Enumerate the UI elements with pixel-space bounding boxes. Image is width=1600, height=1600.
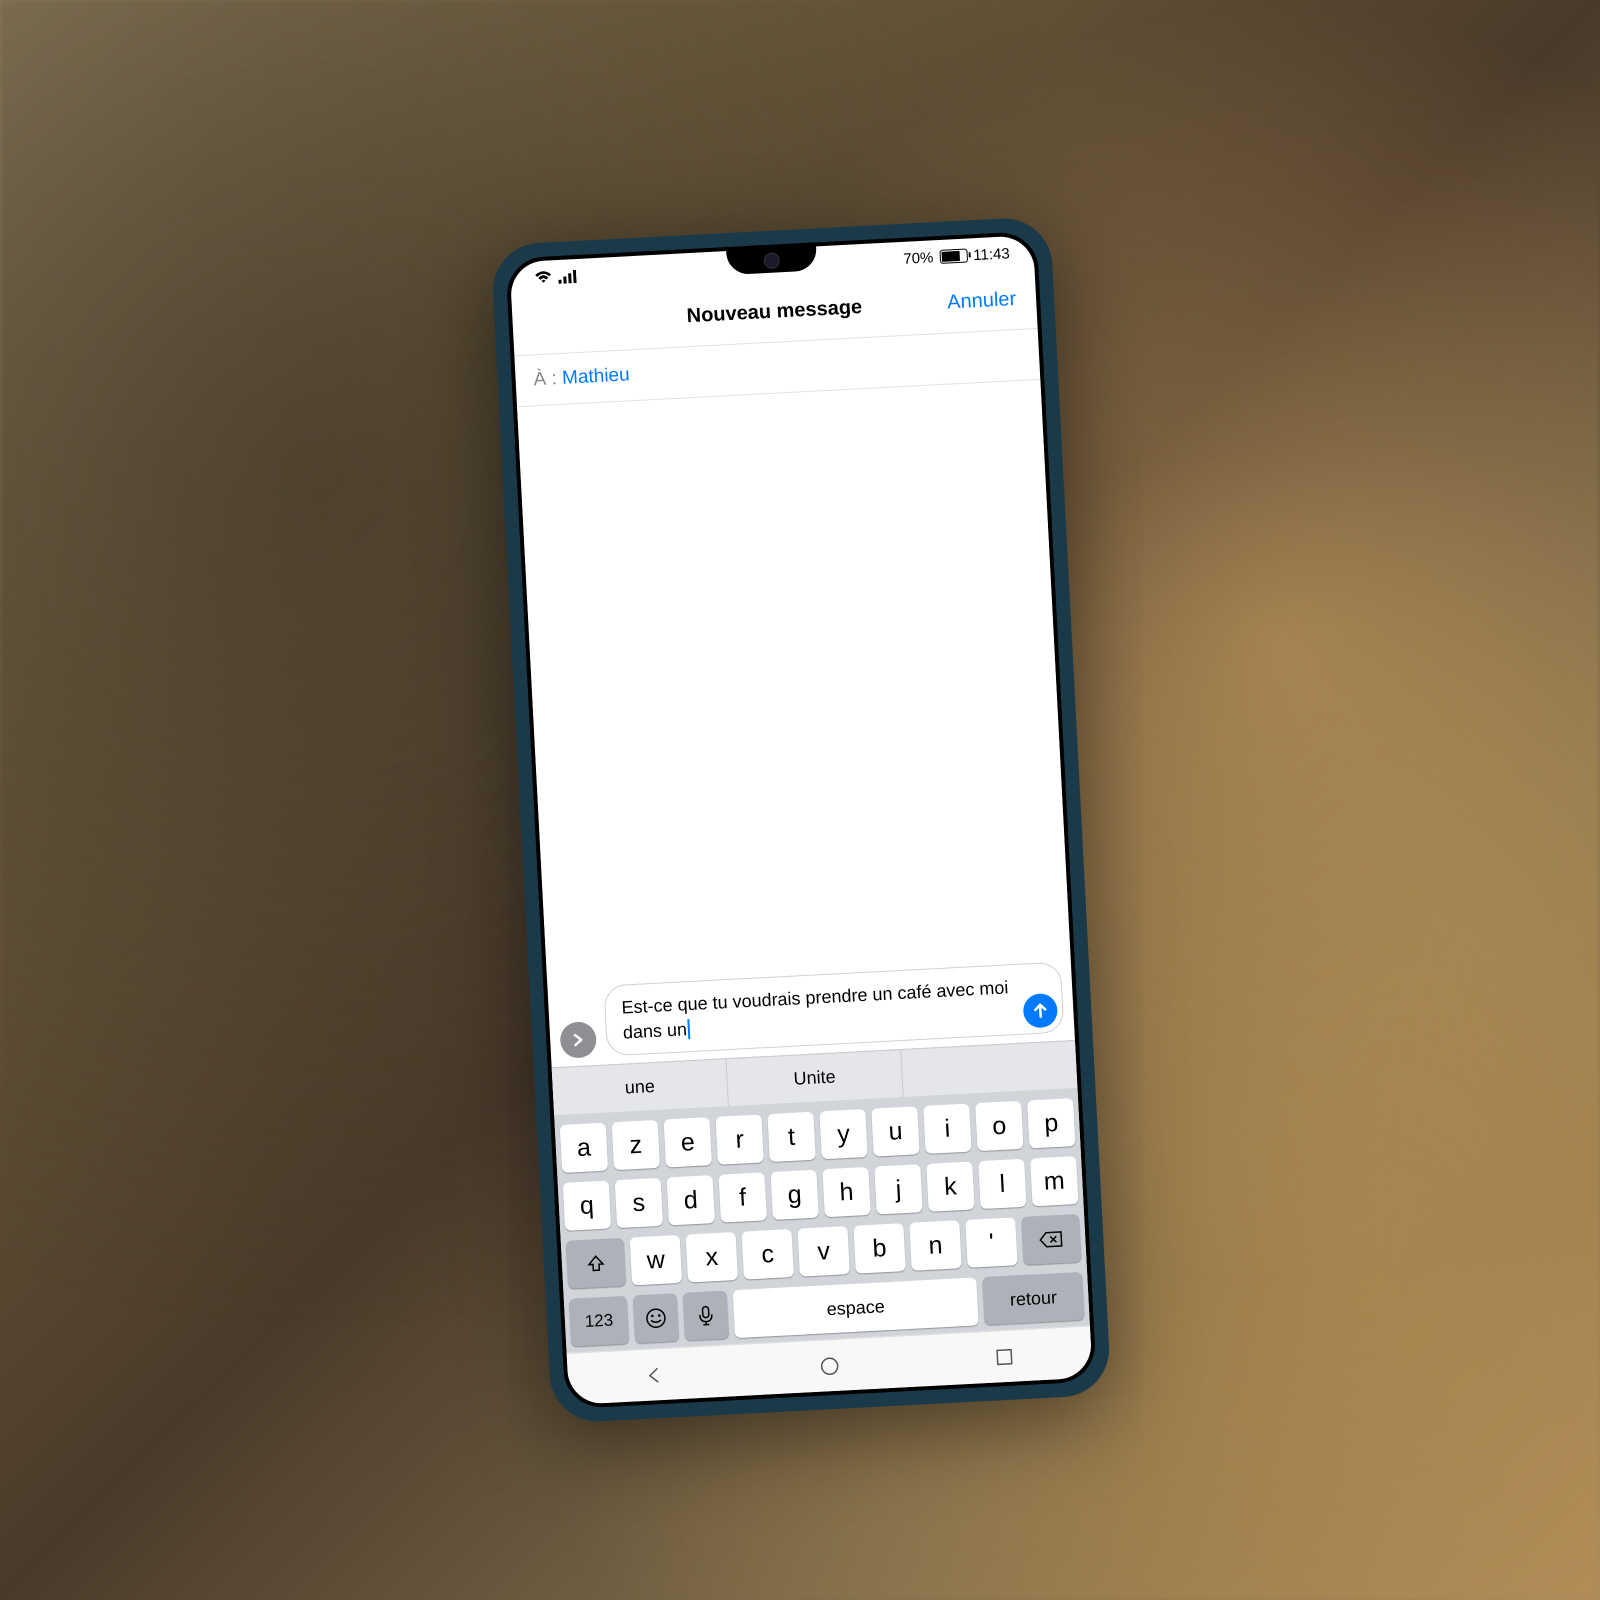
wifi-icon [534, 270, 553, 285]
nav-recent-button[interactable] [988, 1341, 1020, 1373]
key-d[interactable]: d [667, 1175, 715, 1225]
status-time: 11:43 [973, 245, 1010, 264]
key-t[interactable]: t [767, 1112, 815, 1162]
key-s[interactable]: s [615, 1178, 663, 1228]
shift-key[interactable] [566, 1238, 626, 1289]
key-b[interactable]: b [853, 1223, 905, 1274]
key-c[interactable]: c [742, 1229, 794, 1280]
key-u[interactable]: u [871, 1106, 919, 1156]
suggestion-3[interactable] [901, 1041, 1077, 1097]
key-g[interactable]: g [770, 1170, 818, 1220]
space-key[interactable]: espace [733, 1277, 979, 1338]
key-k[interactable]: k [926, 1161, 974, 1211]
nav-home-button[interactable] [814, 1350, 846, 1382]
cancel-button[interactable]: Annuler [947, 288, 1017, 315]
key-x[interactable]: x [686, 1232, 738, 1283]
key-i[interactable]: i [923, 1104, 971, 1154]
expand-button[interactable] [559, 1021, 597, 1059]
key-o[interactable]: o [975, 1101, 1023, 1151]
recipient-name: Mathieu [562, 364, 631, 389]
suggestion-1[interactable]: une [552, 1059, 729, 1115]
phone-frame: 70% 11:43 Nouveau message Annuler À : Ma… [491, 216, 1112, 1424]
conversation-area [517, 380, 1070, 981]
suggestion-2[interactable]: Unite [726, 1050, 903, 1106]
key-f[interactable]: f [719, 1172, 767, 1222]
key-h[interactable]: h [822, 1167, 870, 1217]
key-v[interactable]: v [797, 1226, 849, 1277]
key-q[interactable]: q [563, 1181, 611, 1231]
key-m[interactable]: m [1030, 1156, 1078, 1206]
key-n[interactable]: n [909, 1220, 961, 1271]
key-apostrophe[interactable]: ' [965, 1217, 1017, 1268]
send-button[interactable] [1022, 993, 1058, 1029]
key-l[interactable]: l [978, 1159, 1026, 1209]
keyboard: une Unite a z e r t y u i o p q [552, 1040, 1090, 1353]
text-cursor [687, 1019, 690, 1039]
key-e[interactable]: e [664, 1117, 712, 1167]
mic-key[interactable] [683, 1291, 729, 1341]
key-y[interactable]: y [819, 1109, 867, 1159]
battery-percent: 70% [903, 249, 934, 268]
key-r[interactable]: r [715, 1114, 763, 1164]
numbers-key[interactable]: 123 [569, 1296, 629, 1347]
return-key[interactable]: retour [982, 1272, 1084, 1325]
key-a[interactable]: a [560, 1123, 608, 1173]
key-w[interactable]: w [630, 1235, 682, 1286]
nav-back-button[interactable] [639, 1359, 671, 1391]
message-text: Est-ce que tu voudrais prendre un café a… [621, 978, 1009, 1043]
key-p[interactable]: p [1027, 1098, 1075, 1148]
page-title: Nouveau message [686, 296, 863, 328]
battery-icon [939, 249, 968, 264]
signal-icon [558, 269, 577, 284]
backspace-key[interactable] [1021, 1214, 1081, 1265]
recipient-label: À : [533, 368, 563, 390]
key-z[interactable]: z [612, 1120, 660, 1170]
message-input[interactable]: Est-ce que tu voudrais prendre un café a… [603, 962, 1064, 1056]
emoji-key[interactable] [633, 1293, 679, 1343]
key-j[interactable]: j [874, 1164, 922, 1214]
